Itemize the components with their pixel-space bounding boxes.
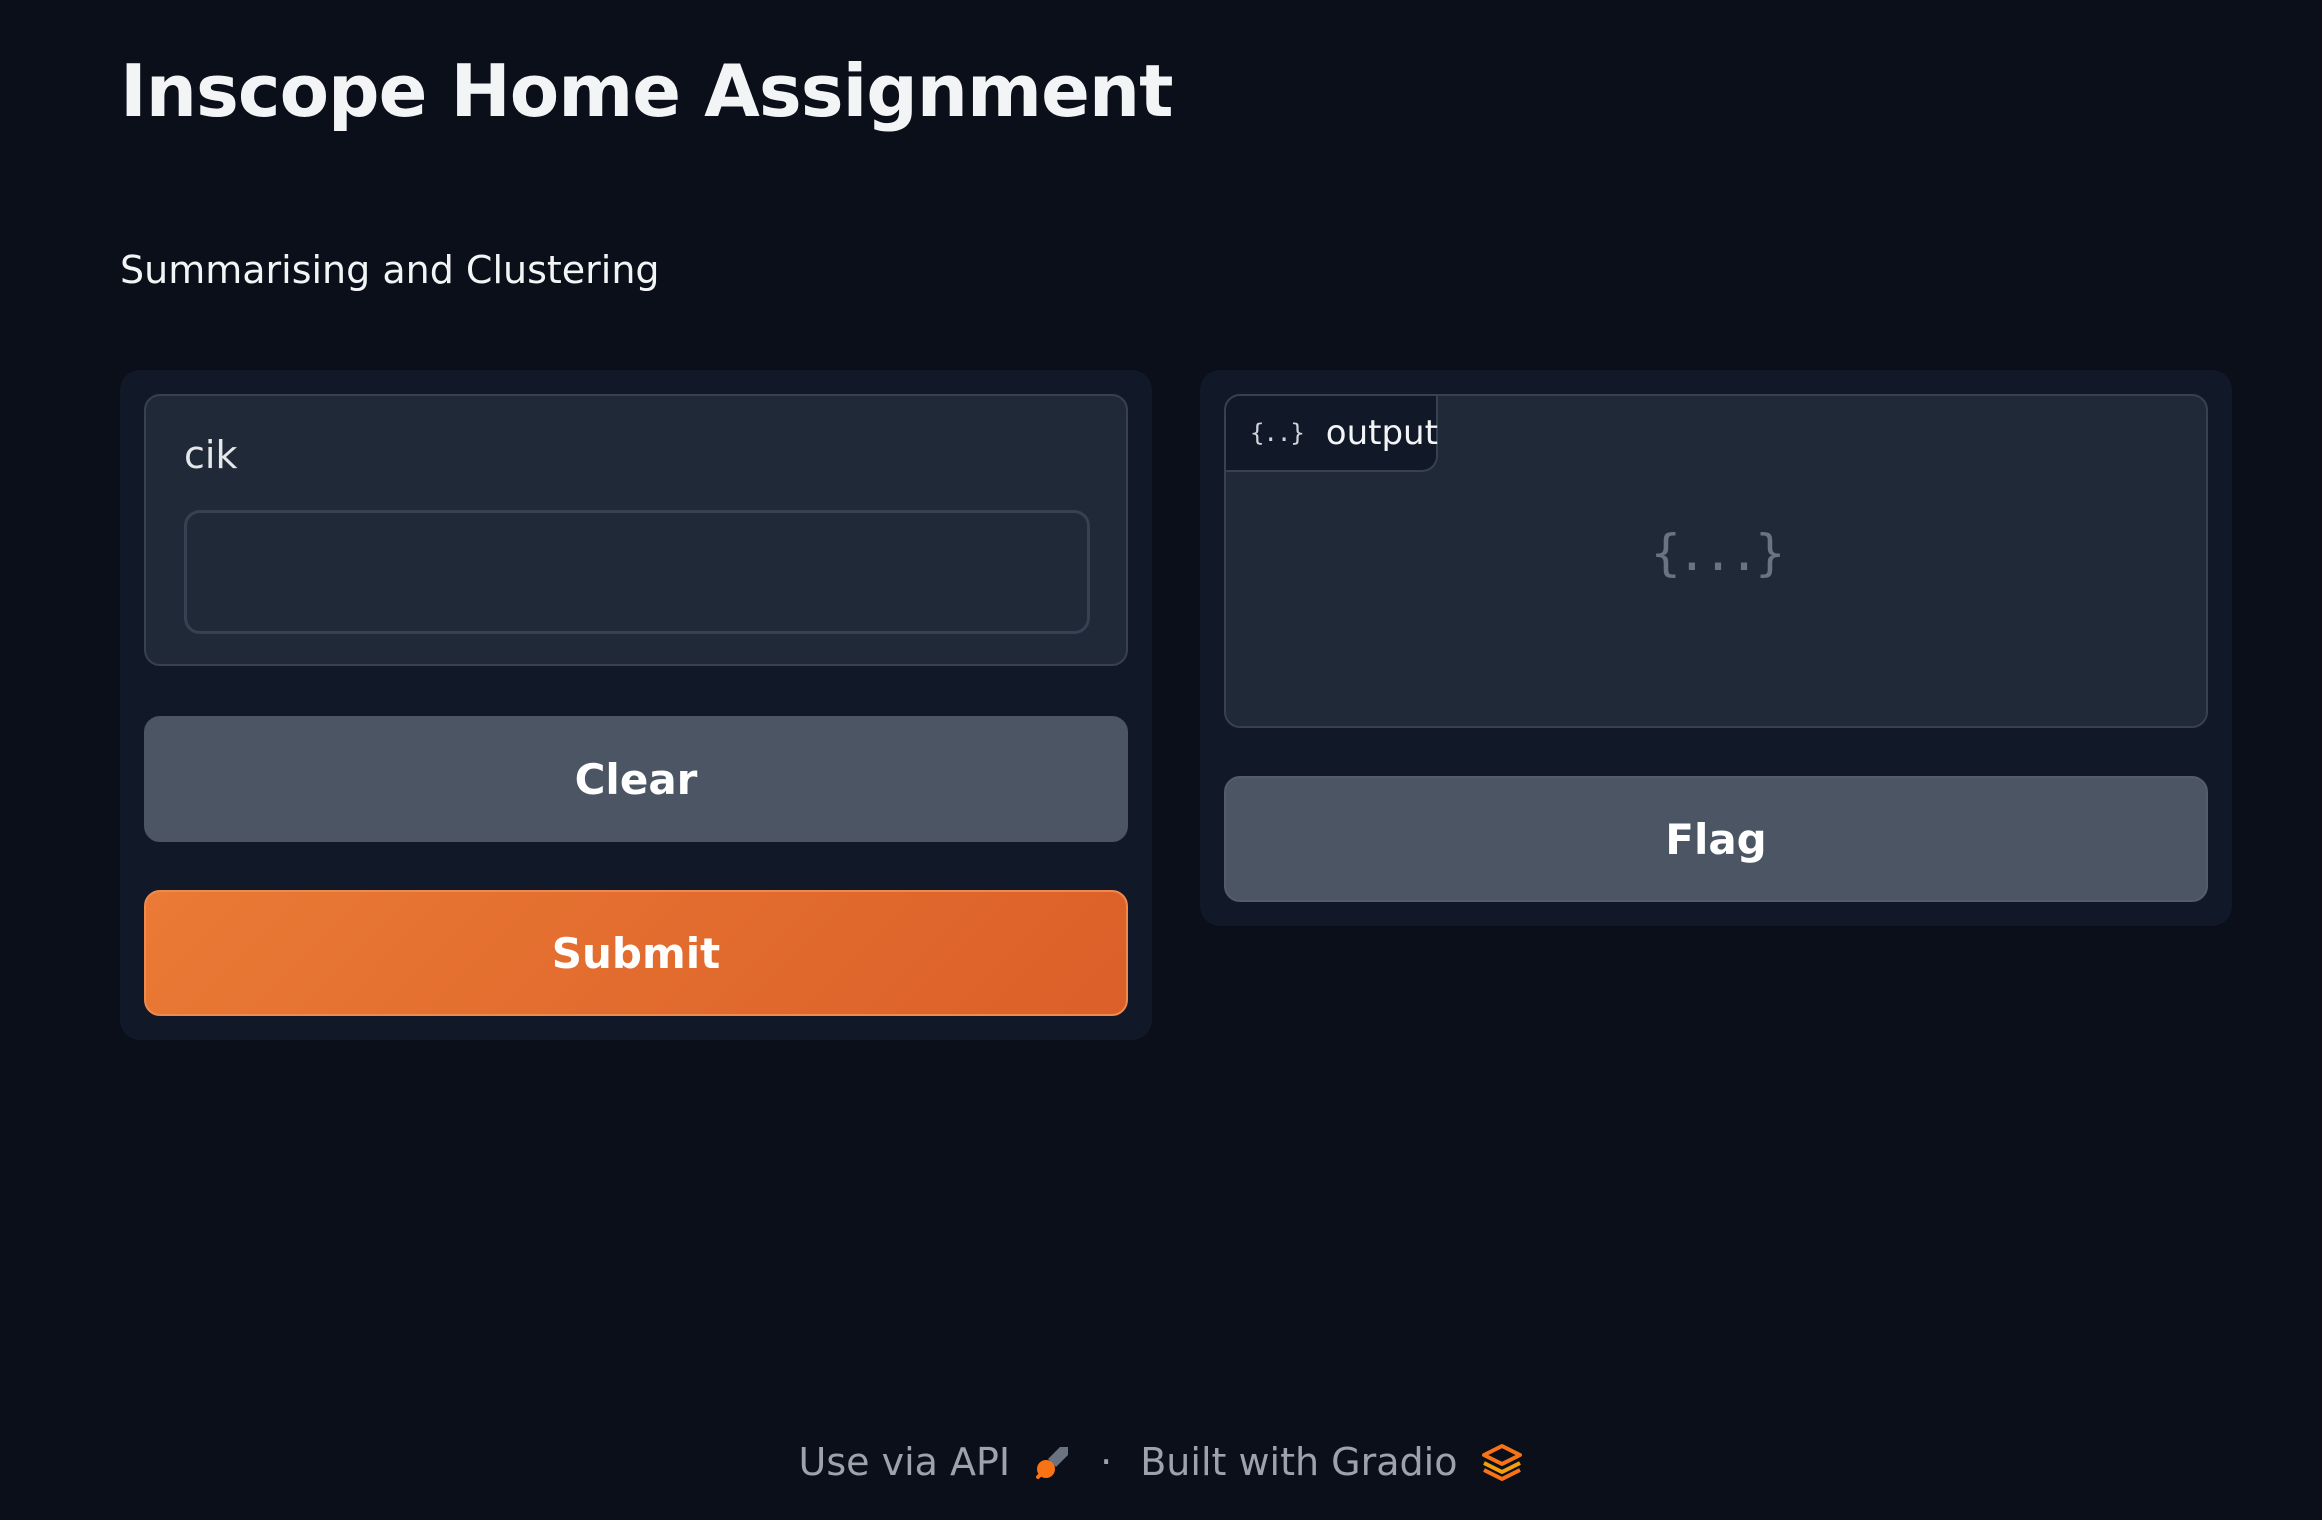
cik-label: cik — [184, 433, 238, 477]
cik-textbox-block: cik — [144, 394, 1128, 666]
json-braces-icon: {..} — [1250, 419, 1305, 447]
use-via-api-label: Use via API — [798, 1440, 1011, 1484]
output-label: output — [1325, 413, 1438, 453]
input-panel: cik Clear Submit — [120, 370, 1152, 1040]
gradio-logo-icon — [1482, 1444, 1523, 1481]
cik-input[interactable] — [184, 510, 1090, 634]
built-with-gradio-link[interactable]: Built with Gradio — [1140, 1440, 1523, 1484]
rocket-icon — [1036, 1447, 1069, 1479]
output-panel: {..} output {...} Flag — [1200, 370, 2232, 926]
page-title: Inscope Home Assignment — [120, 49, 1174, 133]
submit-button[interactable]: Submit — [144, 890, 1128, 1016]
output-json-block: {..} output {...} — [1224, 394, 2208, 728]
built-with-gradio-label: Built with Gradio — [1140, 1440, 1458, 1484]
empty-json-icon: {...} — [1650, 524, 1786, 582]
flag-button[interactable]: Flag — [1224, 776, 2208, 902]
use-via-api-link[interactable]: Use via API — [799, 1440, 1073, 1484]
footer: Use via API · Built with Gradio — [0, 1440, 2322, 1484]
footer-separator: · — [1100, 1440, 1113, 1484]
page-description: Summarising and Clustering — [120, 248, 660, 292]
clear-button[interactable]: Clear — [144, 716, 1128, 842]
output-label-tab: {..} output — [1226, 396, 1438, 472]
